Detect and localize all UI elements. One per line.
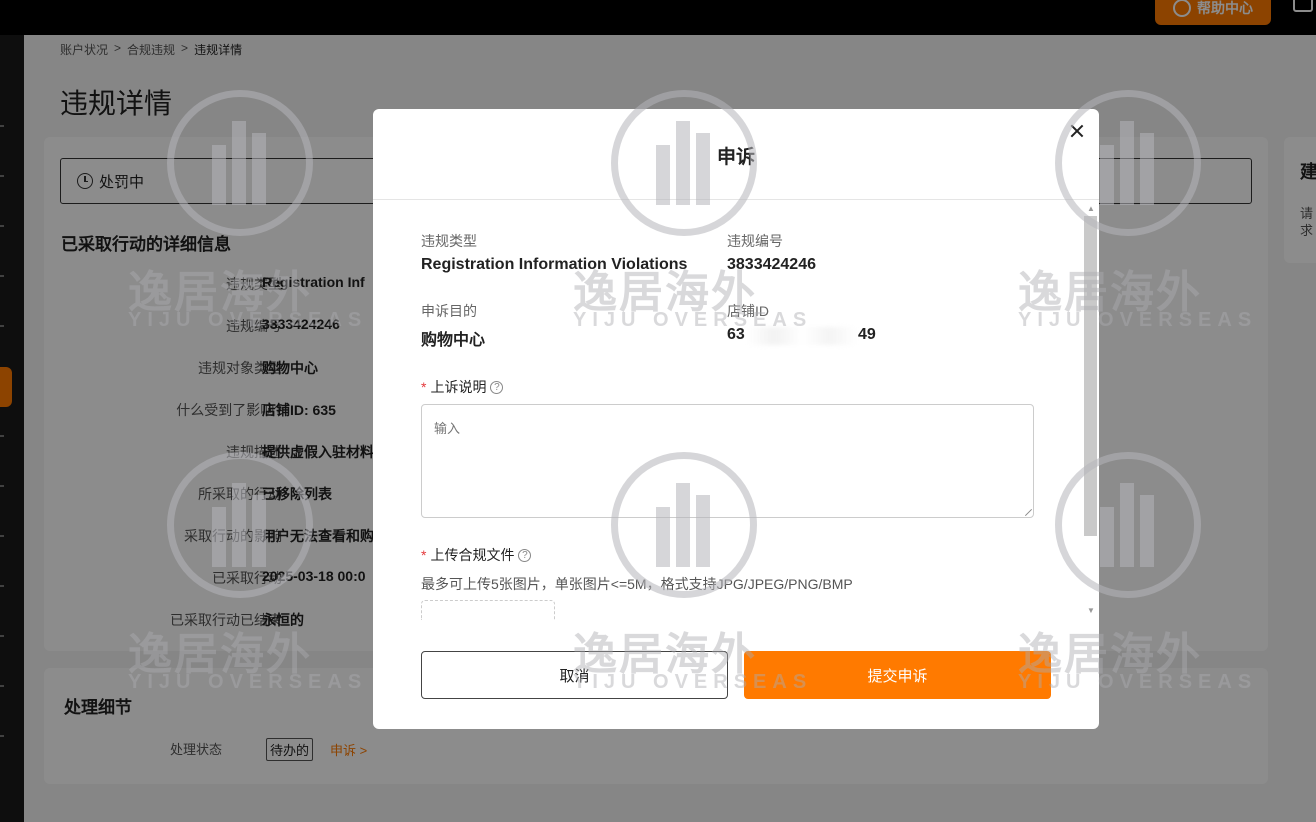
violation-type-label: 违规类型 bbox=[421, 233, 477, 249]
help-icon[interactable]: ? bbox=[518, 548, 532, 562]
upload-hint: 最多可上传5张图片，单张图片<=5M，格式支持JPG/JPEG/PNG/BMP bbox=[421, 576, 853, 592]
explanation-label-text: 上诉说明 bbox=[430, 379, 487, 395]
close-icon[interactable] bbox=[1067, 121, 1087, 141]
watermark-subtext: YIJU OVERSEAS bbox=[1018, 671, 1258, 693]
explanation-input[interactable] bbox=[421, 404, 1034, 518]
explanation-label: * 上诉说明 ? bbox=[421, 377, 504, 397]
upload-dropzone[interactable] bbox=[421, 600, 555, 620]
divider bbox=[373, 199, 1099, 200]
watermark-subtext: YIJU OVERSEAS bbox=[573, 671, 813, 693]
scroll-up-icon[interactable]: ▲ bbox=[1087, 204, 1095, 213]
scroll-down-icon[interactable]: ▼ bbox=[1087, 606, 1095, 615]
upload-label: * 上传合规文件 ? bbox=[421, 545, 532, 565]
store-id-suffix: 49 bbox=[858, 326, 876, 343]
upload-label-text: 上传合规文件 bbox=[430, 547, 515, 563]
dialog-title: 申诉 bbox=[716, 147, 755, 168]
violation-id-label: 违规编号 bbox=[727, 233, 783, 249]
resize-handle-icon[interactable] bbox=[1024, 508, 1032, 516]
appeal-purpose-value: 购物中心 bbox=[421, 332, 486, 349]
help-icon[interactable]: ? bbox=[490, 380, 504, 394]
required-mark: * bbox=[421, 547, 427, 563]
watermark-subtext: YIJU OVERSEAS bbox=[128, 309, 368, 331]
watermark-subtext: YIJU OVERSEAS bbox=[128, 671, 368, 693]
watermark-subtext: YIJU OVERSEAS bbox=[1018, 309, 1258, 331]
watermark-subtext: YIJU OVERSEAS bbox=[573, 309, 813, 331]
required-mark: * bbox=[421, 379, 427, 395]
appeal-purpose-label: 申诉目的 bbox=[421, 303, 477, 319]
